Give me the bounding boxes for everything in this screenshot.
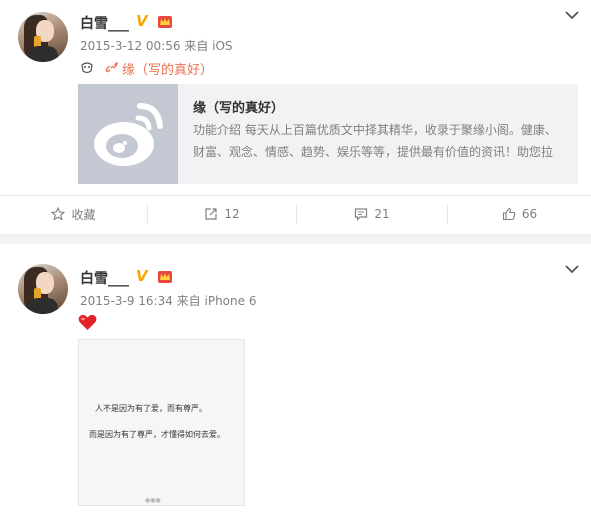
comment-button[interactable]: 21	[297, 203, 447, 225]
image-text-line-1: 人不是因为有了爱，而有尊严。	[95, 404, 207, 413]
post-image[interactable]: 人不是因为有了爱，而有尊严。 而是因为有了尊严，才懂得如何去爱。 ●●●	[78, 339, 245, 506]
image-watermark: ●●●	[145, 497, 161, 504]
chevron-down-icon[interactable]	[565, 10, 579, 20]
like-button[interactable]: 66	[448, 203, 591, 225]
favorite-label: 收藏	[71, 207, 96, 222]
like-count: 66	[521, 207, 538, 221]
post-meta[interactable]: 2015-3-12 00:56 来自 iOS	[80, 37, 233, 54]
avatar[interactable]	[18, 264, 68, 314]
crown-icon	[158, 271, 172, 283]
verified-icon: V	[136, 267, 148, 285]
repost-icon	[205, 208, 217, 220]
chevron-down-icon[interactable]	[565, 264, 579, 274]
action-bar-divider	[0, 195, 591, 196]
card-thumbnail	[78, 84, 178, 184]
link-icon	[105, 62, 118, 73]
heart-icon	[78, 314, 97, 330]
card-title[interactable]: 缘（写的真好）	[193, 97, 284, 116]
favorite-button[interactable]: 收藏	[0, 203, 147, 225]
crown-icon	[158, 16, 172, 28]
mask-icon	[81, 62, 93, 74]
weibo-logo-icon	[94, 103, 163, 166]
verified-icon: V	[136, 12, 148, 30]
repost-button[interactable]: 12	[148, 203, 296, 225]
feed-separator	[0, 234, 591, 244]
username[interactable]: 白雪___	[80, 268, 129, 288]
comment-icon	[355, 208, 368, 221]
card-description: 功能介绍 每天从上百篇优质文中择其精华，收录于聚缘小阁。健康、财富、观念、情感、…	[193, 123, 557, 159]
like-icon	[502, 207, 516, 221]
post-meta[interactable]: 2015-3-9 16:34 来自 iPhone 6	[80, 292, 256, 309]
avatar[interactable]	[18, 12, 68, 62]
article-link[interactable]: 缘（写的真好）	[122, 59, 213, 78]
star-icon	[51, 207, 66, 221]
repost-count: 12	[224, 207, 240, 221]
username[interactable]: 白雪___	[80, 13, 129, 33]
article-card[interactable]: 缘（写的真好） 功能介绍 每天从上百篇优质文中择其精华，收录于聚缘小阁。健康、财…	[78, 84, 578, 184]
comment-count: 21	[374, 207, 390, 221]
image-text-line-2: 而是因为有了尊严，才懂得如何去爱。	[89, 430, 225, 439]
